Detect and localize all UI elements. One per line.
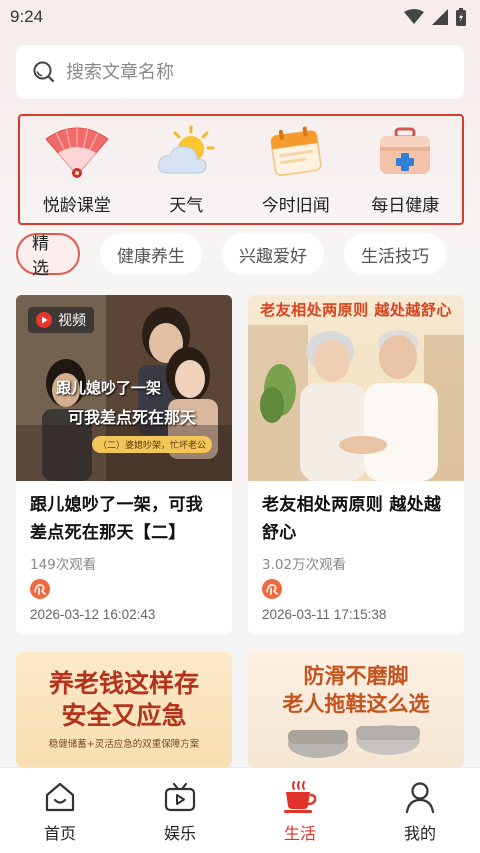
quick-link-weather[interactable]: 天气 bbox=[132, 116, 242, 223]
tv-icon bbox=[164, 782, 196, 812]
home-icon bbox=[45, 782, 75, 812]
source-logo-icon bbox=[262, 579, 282, 599]
thumbnail-title: 养老钱这样存 安全又应急 稳健储蓄+灵活应急的双重保障方案 bbox=[16, 668, 232, 750]
quick-link-label: 悦龄课堂 bbox=[42, 196, 111, 216]
article-title: 老友相处两原则 越处越舒心 bbox=[262, 495, 442, 543]
article-thumbnail: 养老钱这样存 安全又应急 稳健储蓄+灵活应急的双重保障方案 bbox=[16, 652, 232, 767]
article-card[interactable]: 养老钱这样存 安全又应急 稳健储蓄+灵活应急的双重保障方案 bbox=[16, 652, 232, 767]
article-card[interactable]: 防滑不磨脚 老人拖鞋这么选 bbox=[248, 652, 464, 767]
calendar-icon bbox=[263, 122, 329, 180]
search-input[interactable] bbox=[66, 61, 426, 83]
nav-label: 生活 bbox=[283, 824, 316, 843]
folding-fan-icon bbox=[44, 122, 110, 180]
article-card[interactable]: 视频 跟儿媳吵了一架 可我差点死在那天 （二）婆媳吵架，忙坏老公 跟儿媳吵了一架… bbox=[16, 295, 232, 634]
thumbnail-title-line-2: 可我差点死在那天 bbox=[68, 408, 197, 427]
coffee-cup-icon bbox=[284, 781, 317, 813]
article-thumbnail: 视频 跟儿媳吵了一架 可我差点死在那天 （二）婆媳吵架，忙坏老公 bbox=[16, 295, 232, 481]
source-logo bbox=[16, 573, 232, 601]
article-views: 149次观看 bbox=[30, 557, 97, 573]
search-icon bbox=[33, 61, 55, 83]
medical-kit-icon bbox=[372, 122, 438, 180]
source-logo bbox=[248, 573, 464, 601]
quick-link-yueling-classroom[interactable]: 悦龄课堂 bbox=[22, 116, 132, 223]
tab-health[interactable]: 健康养生 bbox=[100, 233, 202, 275]
thumbnail-title-line-2: 安全又应急 bbox=[61, 701, 187, 730]
article-title: 跟儿媳吵了一架，可我差点死在那天【二】 bbox=[30, 495, 203, 543]
tab-featured[interactable]: 精选 bbox=[16, 233, 80, 279]
thumbnail-subtitle: 稳健储蓄+灵活应急的双重保障方案 bbox=[48, 739, 200, 750]
bottom-nav: 首页 娱乐 生活 我的 bbox=[0, 767, 480, 853]
quick-link-news-history[interactable]: 今时旧闻 bbox=[241, 116, 351, 223]
thumbnail-subtitle: （二）婆媳吵架，忙坏老公 bbox=[92, 436, 213, 453]
person-icon bbox=[405, 782, 435, 814]
nav-life[interactable]: 生活 bbox=[250, 768, 350, 844]
nav-label: 首页 bbox=[43, 824, 76, 843]
quick-link-label: 天气 bbox=[169, 196, 204, 216]
signal-icon bbox=[432, 9, 448, 25]
play-icon bbox=[36, 312, 52, 328]
article-date: 2026-03-11 17:15:38 bbox=[262, 607, 387, 622]
search-box[interactable] bbox=[16, 45, 464, 99]
status-bar: 9:24 bbox=[0, 0, 480, 34]
nav-entertainment[interactable]: 娱乐 bbox=[130, 768, 230, 844]
thumbnail-title: 跟儿媳吵了一架 可我差点死在那天 （二）婆媳吵架，忙坏老公 bbox=[56, 377, 232, 453]
nav-home[interactable]: 首页 bbox=[10, 768, 110, 844]
article-date: 2026-03-12 16:02:43 bbox=[30, 607, 156, 622]
nav-label: 我的 bbox=[403, 824, 436, 843]
article-card[interactable]: 老友相处两原则 越处越舒心 老友相处两原则 越处越舒心 3.02万次观看 202… bbox=[248, 295, 464, 634]
tab-life-tips[interactable]: 生活技巧 bbox=[344, 233, 446, 275]
quick-link-label: 今时旧闻 bbox=[261, 196, 330, 216]
article-views: 3.02万次观看 bbox=[262, 557, 347, 573]
article-thumbnail: 老友相处两原则 越处越舒心 bbox=[248, 295, 464, 481]
thumbnail-title-line-1: 养老钱这样存 bbox=[48, 669, 199, 698]
article-thumbnail: 防滑不磨脚 老人拖鞋这么选 bbox=[248, 652, 464, 767]
thumbnail-title-line-1: 跟儿媳吵了一架 bbox=[56, 379, 162, 397]
weather-icon bbox=[153, 122, 219, 180]
status-icons bbox=[404, 8, 466, 26]
source-logo-icon bbox=[30, 579, 50, 599]
nav-label: 娱乐 bbox=[163, 824, 196, 843]
status-time: 9:24 bbox=[10, 7, 44, 26]
quick-link-daily-health[interactable]: 每日健康 bbox=[351, 116, 461, 223]
category-tabs: 精选 健康养生 兴趣爱好 生活技巧 bbox=[16, 233, 446, 279]
nav-profile[interactable]: 我的 bbox=[370, 768, 470, 844]
quick-link-label: 每日健康 bbox=[371, 196, 440, 216]
tab-hobbies[interactable]: 兴趣爱好 bbox=[222, 233, 324, 275]
quick-links-panel: 悦龄课堂 天气 今时旧闻 每日健康 bbox=[18, 114, 464, 225]
video-badge-label: 视频 bbox=[58, 313, 86, 329]
battery-icon bbox=[456, 8, 466, 26]
video-badge: 视频 bbox=[28, 307, 94, 333]
wifi-icon bbox=[404, 9, 424, 24]
